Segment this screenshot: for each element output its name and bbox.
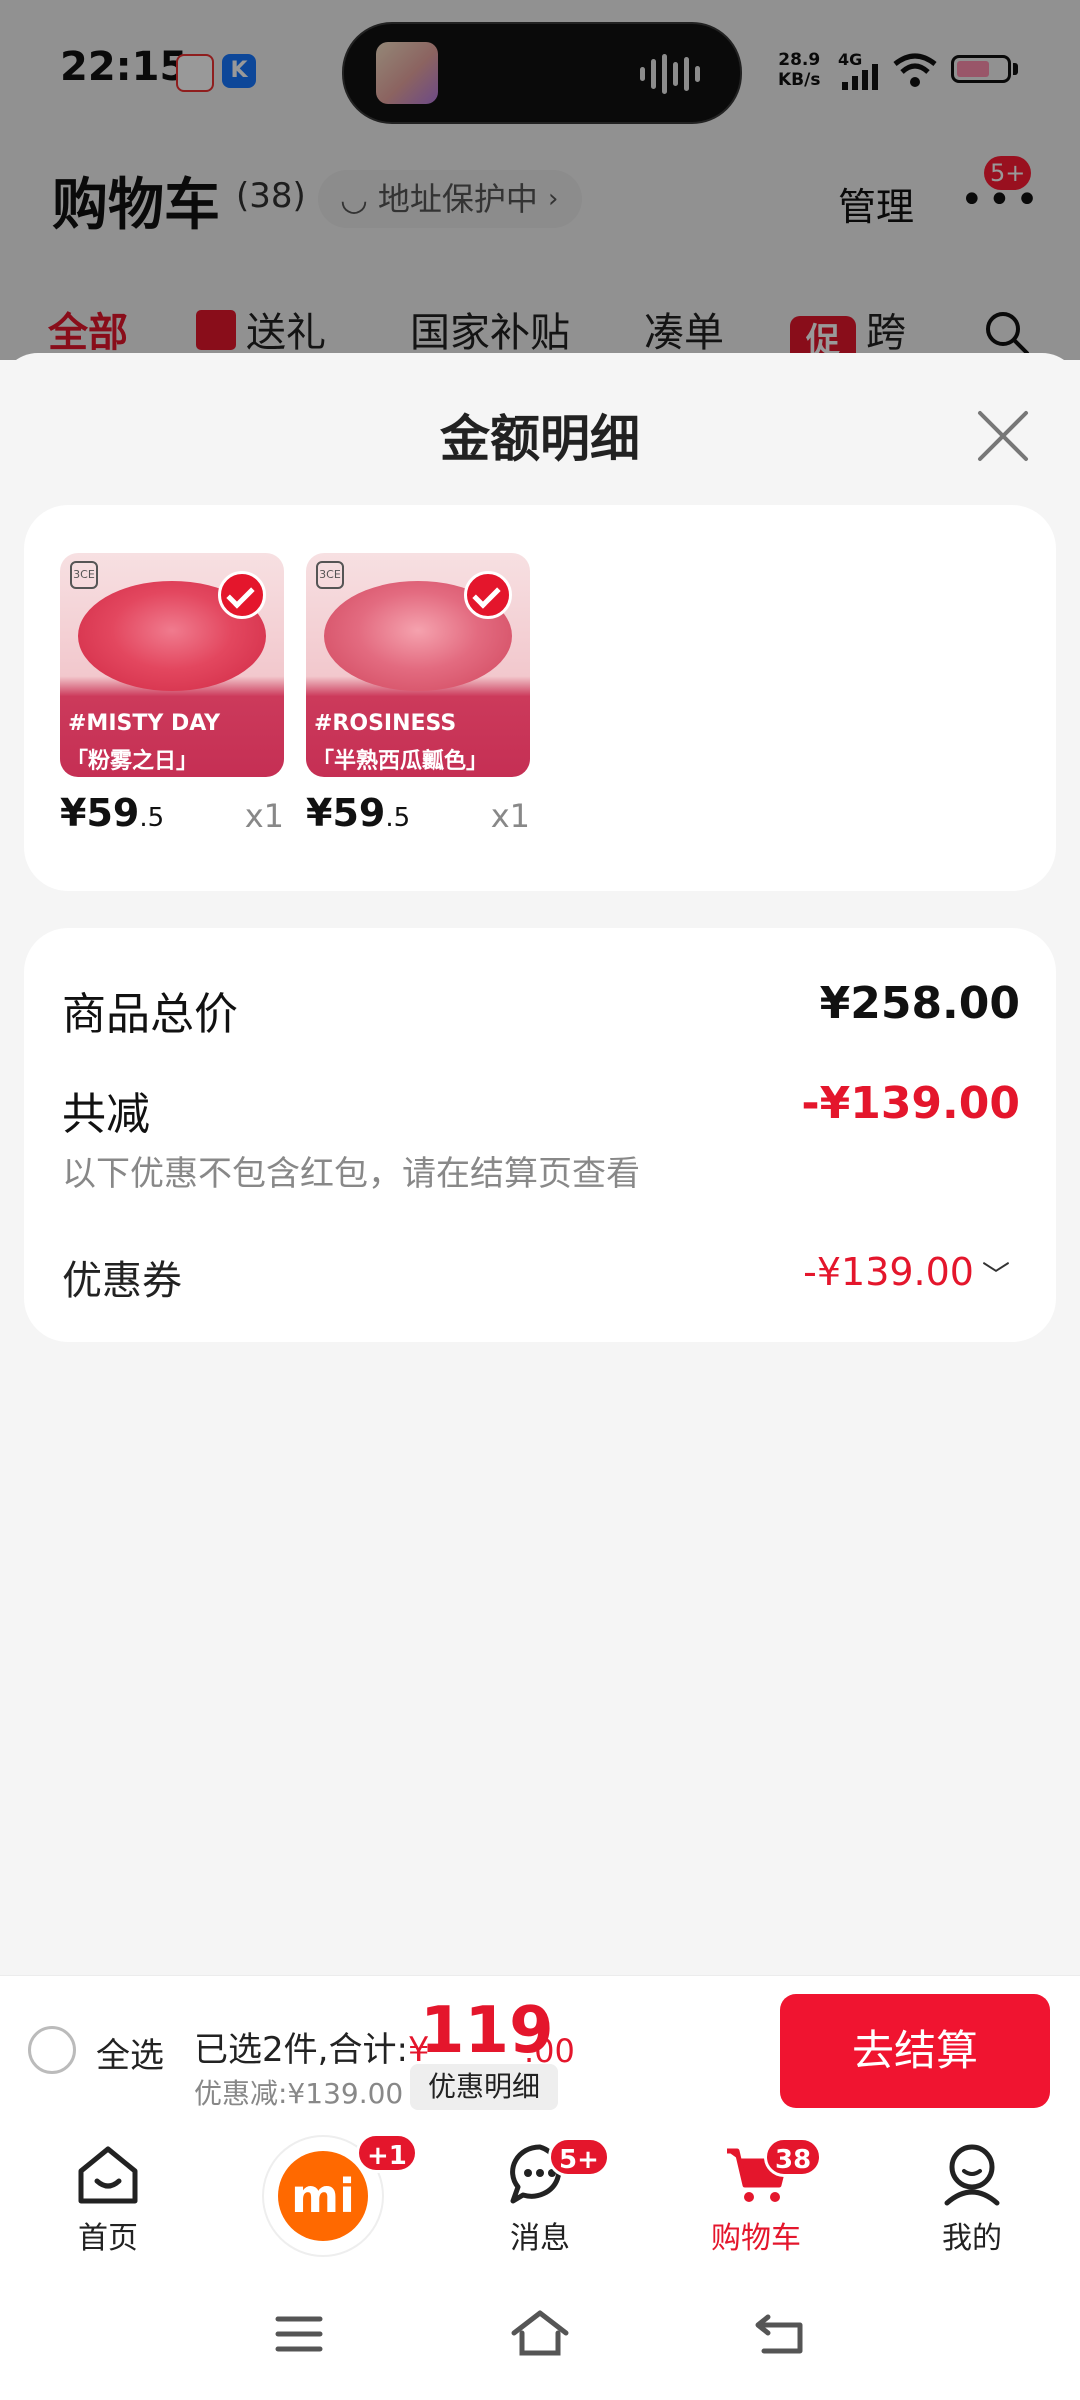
discount-summary: 优惠减:¥139.00 [194, 2077, 404, 2110]
price-dec: .5 [139, 803, 165, 833]
price-int: ¥59 [60, 791, 140, 835]
price-summary-card: 商品总价 ¥258.00 共减 -¥139.00 以下优惠不包含红包，请在结算页… [24, 928, 1056, 1342]
menu-icon[interactable] [274, 2313, 324, 2355]
total-price-value: ¥258.00 [819, 978, 1020, 1029]
tab-profile-label: 我的 [942, 2221, 1002, 2256]
product-item[interactable]: 3CE #ROSINESS 「半熟西瓜瓤色」 ¥59.5 x1 [306, 553, 530, 835]
selected-prefix: 已选2件,合计: [194, 2030, 408, 2070]
checked-icon[interactable] [464, 571, 512, 619]
total-price-label: 商品总价 [62, 989, 238, 1040]
product-item[interactable]: 3CE #MISTY DAY 「粉雾之日」 ¥59.5 x1 [60, 553, 284, 835]
mi-logo-icon: mi [278, 2151, 368, 2241]
shade-name: 「半熟西瓜瓤色」 [312, 749, 489, 774]
shade-name: 「粉雾之日」 [66, 749, 199, 774]
discount-note: 以下优惠不包含红包，请在结算页查看 [62, 1154, 640, 1194]
sheet-title: 金额明细 [440, 410, 640, 468]
discount-detail-button[interactable]: 优惠明细 [410, 2064, 559, 2110]
checkout-button[interactable]: 去结算 [780, 1994, 1050, 2108]
modal-overlay[interactable] [0, 0, 1080, 360]
select-all-label[interactable]: 全选 [96, 2028, 164, 2077]
product-image[interactable]: 3CE #MISTY DAY 「粉雾之日」 [60, 553, 284, 777]
product-image[interactable]: 3CE #ROSINESS 「半熟西瓜瓤色」 [306, 553, 530, 777]
bottom-tab-bar: 首页 mi +1 消息 5+ 购物车 38 我的 [0, 2123, 1080, 2273]
discount-value: -¥139.00 [801, 1078, 1020, 1129]
close-icon[interactable] [972, 405, 1034, 467]
amount-detail-sheet: 金额明细 3CE #MISTY DAY 「粉雾之日」 ¥59.5 x1 3CE … [0, 353, 1080, 1975]
cart-badge: 38 [764, 2137, 823, 2177]
home-icon [78, 2146, 138, 2204]
mi-badge: +1 [356, 2133, 418, 2173]
tab-home[interactable]: 首页 [28, 2139, 188, 2257]
tab-home-label: 首页 [78, 2221, 138, 2256]
product-price: ¥59.5 [60, 791, 164, 835]
shade-code: #ROSINESS [314, 711, 457, 736]
product-qty: x1 [244, 797, 284, 835]
back-icon[interactable] [754, 2309, 806, 2357]
chevron-down-icon: ﹀ [981, 1259, 1010, 1292]
brand-logo-icon: 3CE [70, 561, 98, 589]
checkout-bar: 全选 已选2件,合计:¥ 119 .00 优惠减:¥139.00 优惠明细 去结… [0, 1975, 1080, 2124]
product-price: ¥59.5 [306, 791, 410, 835]
tab-messages[interactable]: 消息 5+ [460, 2137, 620, 2257]
coupon-amount: -¥139.00 [803, 1250, 974, 1294]
product-qty: x1 [490, 797, 530, 835]
coupon-label[interactable]: 优惠券 [62, 1248, 182, 1306]
product-list-card: 3CE #MISTY DAY 「粉雾之日」 ¥59.5 x1 3CE #ROSI… [24, 505, 1056, 891]
home-nav-icon[interactable] [510, 2307, 570, 2359]
tab-profile[interactable]: 我的 [892, 2139, 1052, 2257]
messages-badge: 5+ [548, 2137, 610, 2177]
tab-cart-label: 购物车 [711, 2221, 801, 2256]
price-dec: .5 [385, 803, 411, 833]
brand-logo-icon: 3CE [316, 561, 344, 589]
selected-total: 已选2件,合计:¥ 119 .00 [194, 1994, 575, 2071]
select-all-checkbox[interactable] [28, 2026, 76, 2074]
price-int: ¥59 [306, 791, 386, 835]
coupon-value[interactable]: -¥139.00 ﹀ [803, 1250, 1010, 1294]
profile-icon [944, 2144, 1000, 2206]
tab-cart[interactable]: 购物车 38 [676, 2137, 836, 2257]
discount-label: 共减 [62, 1089, 150, 1140]
system-navigation-bar [0, 2273, 1080, 2400]
shade-code: #MISTY DAY [68, 711, 221, 736]
checked-icon[interactable] [218, 571, 266, 619]
tab-messages-label: 消息 [510, 2221, 570, 2256]
